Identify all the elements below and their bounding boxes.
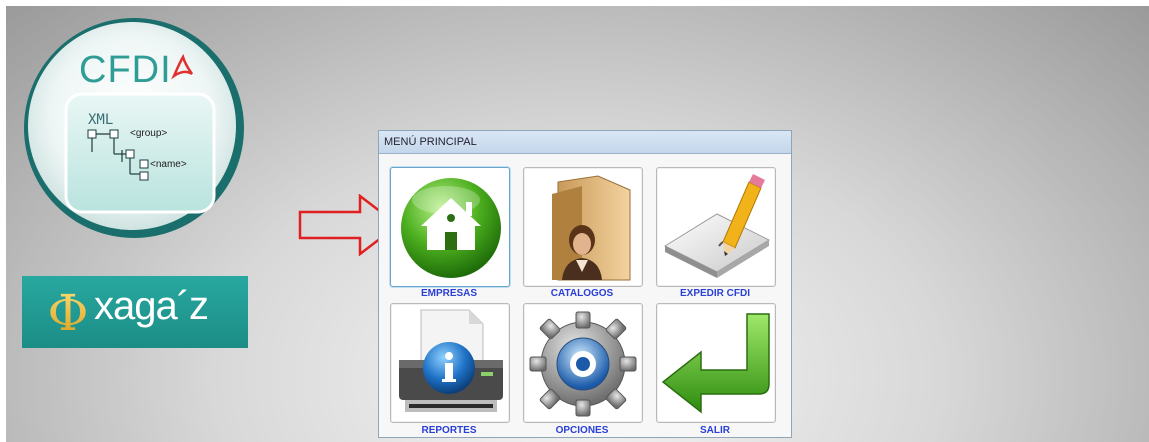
empresas-button[interactable] <box>390 167 510 287</box>
expedir-cfdi-button[interactable] <box>656 167 776 287</box>
return-arrow-icon <box>661 313 770 414</box>
empresas-label: EMPRESAS <box>420 288 478 299</box>
catalogos-button[interactable] <box>523 167 643 287</box>
expedir-cfdi-label: EXPEDIR CFDI <box>679 288 750 299</box>
tree-group-text: <group> <box>130 128 168 139</box>
reportes-button[interactable] <box>390 303 510 423</box>
oxagaz-text: xaga´z <box>94 284 209 328</box>
desktop-background: CFDI XML <group> <name> Φ xaga´z MENÚ PR… <box>6 6 1149 442</box>
pencil-paper-icon <box>663 174 771 278</box>
main-menu-window: MENÚ PRINCIPAL EMPRESAS CATALOGOS EXPEDI… <box>378 130 792 438</box>
phi-symbol: Φ <box>48 284 89 342</box>
opciones-button[interactable] <box>523 303 643 423</box>
folder-person-icon <box>552 175 631 281</box>
cfdi-title: CFDI <box>79 49 172 91</box>
gear-icon <box>529 311 637 417</box>
opciones-label: OPCIONES <box>555 425 609 436</box>
printer-info-icon <box>399 309 503 412</box>
oxagaz-logo: Φ xaga´z <box>22 276 248 348</box>
cfdi-logo: CFDI XML <group> <name> <box>22 16 254 248</box>
xml-label: XML <box>88 112 114 128</box>
salir-label: SALIR <box>700 425 730 436</box>
salir-button[interactable] <box>656 303 776 423</box>
pdf-icon <box>171 54 194 80</box>
house-icon <box>401 178 501 278</box>
tree-name-text: <name> <box>150 159 187 170</box>
reportes-label: REPORTES <box>421 425 477 436</box>
main-menu-title: MENÚ PRINCIPAL <box>379 131 791 154</box>
phi-symbol-icon: Φ <box>48 284 89 342</box>
catalogos-label: CATALOGOS <box>550 288 614 299</box>
